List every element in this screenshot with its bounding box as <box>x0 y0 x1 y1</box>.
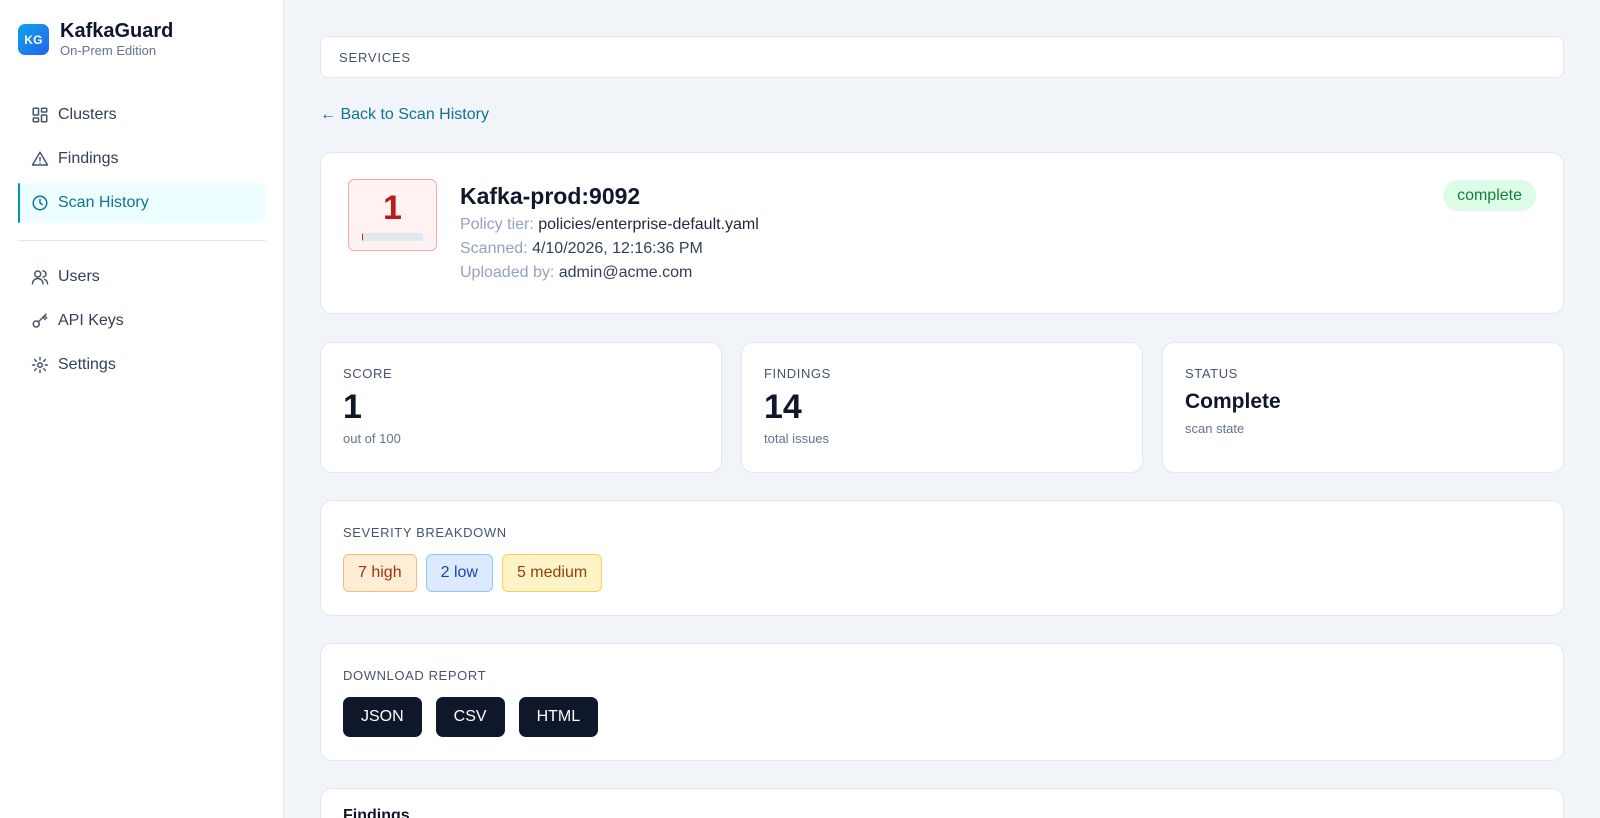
sidebar-item-label: Users <box>58 268 100 285</box>
score-progress-fill <box>362 233 363 241</box>
download-buttons: JSON CSV HTML <box>343 697 1541 737</box>
download-html-button[interactable]: HTML <box>518 697 599 737</box>
stat-label: SCORE <box>343 366 393 381</box>
clock-icon <box>31 194 49 212</box>
severity-medium-badge: 5 medium <box>501 554 603 592</box>
stat-value: 14 <box>764 388 802 426</box>
scan-info: Kafka-prod:9092 Policy tier: policies/en… <box>460 182 759 285</box>
sidebar-item-scan-history[interactable]: Scan History <box>18 183 266 223</box>
status-stat-card: STATUS Complete scan state <box>1162 342 1564 473</box>
policy-tier-value: policies/enterprise-default.yaml <box>538 216 759 233</box>
key-icon <box>31 312 49 330</box>
severity-badges: 7 high 2 low 5 medium <box>343 554 1541 592</box>
brand-name: KafkaGuard <box>60 20 174 42</box>
sidebar: KG KafkaGuard On-Prem Edition Clusters F… <box>0 0 284 818</box>
sidebar-item-api-keys[interactable]: API Keys <box>18 301 266 341</box>
scanned-value: 4/10/2026, 12:16:36 PM <box>532 240 703 257</box>
uploaded-label: Uploaded by: <box>460 264 555 281</box>
policy-tier-line: Policy tier: policies/enterprise-default… <box>460 213 759 237</box>
download-json-button[interactable]: JSON <box>343 697 422 737</box>
severity-breakdown-label: SEVERITY BREAKDOWN <box>343 525 507 540</box>
users-icon <box>31 268 49 286</box>
sidebar-item-clusters[interactable]: Clusters <box>18 95 266 135</box>
grid-icon <box>31 106 49 124</box>
main-content: SERVICES ← Back to Scan History 1 Kafka-… <box>320 36 1564 818</box>
brand[interactable]: KG KafkaGuard On-Prem Edition <box>18 20 173 59</box>
findings-section-title: Findings <box>343 807 410 818</box>
sidebar-item-settings[interactable]: Settings <box>18 345 266 385</box>
scanned-line: Scanned: 4/10/2026, 12:16:36 PM <box>460 237 759 261</box>
brand-edition: On-Prem Edition <box>60 43 157 58</box>
stat-value: 1 <box>343 388 362 426</box>
stat-sub: scan state <box>1185 421 1245 436</box>
severity-breakdown-card: SEVERITY BREAKDOWN 7 high 2 low 5 medium <box>320 500 1564 616</box>
brand-logo: KG <box>18 24 49 55</box>
breadcrumb: SERVICES <box>320 36 1564 78</box>
sidebar-nav: Clusters Findings Scan History Users API… <box>18 95 266 389</box>
policy-tier-label: Policy tier: <box>460 216 534 233</box>
back-to-scan-history-link[interactable]: ← Back to Scan History <box>320 106 489 124</box>
sidebar-item-label: Findings <box>58 150 119 167</box>
scan-header-card: 1 Kafka-prod:9092 Policy tier: policies/… <box>320 152 1564 314</box>
nav-divider <box>18 240 266 241</box>
stat-value: Complete <box>1185 390 1281 413</box>
breadcrumb-label: SERVICES <box>339 49 411 65</box>
alert-triangle-icon <box>31 150 49 168</box>
gear-icon <box>31 356 49 374</box>
sidebar-item-users[interactable]: Users <box>18 257 266 297</box>
stat-label: FINDINGS <box>764 366 831 381</box>
brand-text: KafkaGuard On-Prem Edition <box>60 20 173 59</box>
findings-section: Findings <box>320 788 1564 818</box>
sidebar-item-label: Settings <box>58 356 116 373</box>
sidebar-item-findings[interactable]: Findings <box>18 139 266 179</box>
uploaded-value: admin@acme.com <box>558 264 693 281</box>
sidebar-item-label: Clusters <box>58 106 117 123</box>
uploaded-line: Uploaded by: admin@acme.com <box>460 261 759 285</box>
severity-high-badge: 7 high <box>343 554 417 592</box>
score-badge: 1 <box>348 179 437 251</box>
download-report-label: DOWNLOAD REPORT <box>343 668 487 683</box>
stat-sub: total issues <box>764 431 830 446</box>
sidebar-item-label: Scan History <box>58 194 149 211</box>
status-badge: complete <box>1443 180 1536 211</box>
stat-label: STATUS <box>1185 366 1238 381</box>
download-csv-button[interactable]: CSV <box>435 697 505 737</box>
sidebar-item-label: API Keys <box>58 312 124 329</box>
scan-title: Kafka-prod:9092 <box>460 183 641 209</box>
findings-stat-card: FINDINGS 14 total issues <box>741 342 1143 473</box>
download-report-card: DOWNLOAD REPORT JSON CSV HTML <box>320 643 1564 761</box>
severity-low-badge: 2 low <box>425 554 493 592</box>
score-badge-value: 1 <box>383 189 402 227</box>
stat-sub: out of 100 <box>343 431 401 446</box>
scanned-label: Scanned: <box>460 240 528 257</box>
stats-row: SCORE 1 out of 100 FINDINGS 14 total iss… <box>320 342 1564 473</box>
score-progress-bar <box>362 233 423 241</box>
score-stat-card: SCORE 1 out of 100 <box>320 342 722 473</box>
